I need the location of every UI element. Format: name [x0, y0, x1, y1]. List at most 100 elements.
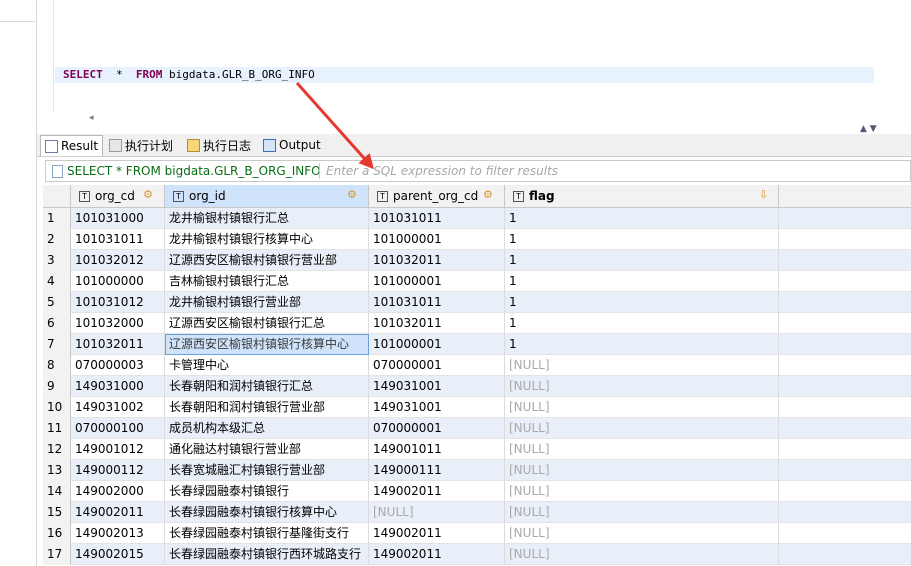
- flag-cell[interactable]: 1: [505, 229, 779, 250]
- table-row[interactable]: 1 101031000 龙井榆银村镇银行汇总 101031011 1: [43, 208, 911, 229]
- parent-org-cd-cell[interactable]: 101032011: [369, 313, 505, 334]
- flag-cell[interactable]: [NULL]: [505, 355, 779, 376]
- org-cd-cell[interactable]: 149001012: [71, 439, 165, 460]
- sort-descending-icon[interactable]: ⇩: [759, 188, 768, 201]
- parent-org-cd-cell[interactable]: 101000001: [369, 334, 505, 355]
- result-grid[interactable]: T org_cd ⚙ T org_id ⚙ T parent_org_cd ⚙ …: [43, 185, 911, 566]
- parent-org-cd-cell[interactable]: 149001011: [369, 439, 505, 460]
- flag-cell[interactable]: 1: [505, 334, 779, 355]
- table-row[interactable]: 2 101031011 龙井榆银村镇银行核算中心 101000001 1: [43, 229, 911, 250]
- table-row[interactable]: 3 101032012 辽源西安区榆银村镇银行营业部 101032011 1: [43, 250, 911, 271]
- org-id-cell[interactable]: 长春绿园融泰村镇银行核算中心: [165, 502, 369, 523]
- flag-cell[interactable]: [NULL]: [505, 481, 779, 502]
- parent-org-cd-cell[interactable]: 149000111: [369, 460, 505, 481]
- parent-org-cd-cell[interactable]: 101000001: [369, 229, 505, 250]
- table-row[interactable]: 15 149002011 长春绿园融泰村镇银行核算中心 [NULL] [NULL]: [43, 502, 911, 523]
- parent-org-cd-cell[interactable]: 101032011: [369, 250, 505, 271]
- flag-cell[interactable]: 1: [505, 271, 779, 292]
- table-row[interactable]: 9 149031000 长春朝阳和润村镇银行汇总 149031001 [NULL]: [43, 376, 911, 397]
- parent-org-cd-cell[interactable]: 149031001: [369, 397, 505, 418]
- column-header-flag[interactable]: T flag ⇩: [505, 185, 779, 208]
- org-cd-cell[interactable]: 101032000: [71, 313, 165, 334]
- table-row[interactable]: 11 070000100 成员机构本级汇总 070000001 [NULL]: [43, 418, 911, 439]
- parent-org-cd-cell[interactable]: 149002011: [369, 544, 505, 565]
- parent-org-cd-cell[interactable]: 101031011: [369, 208, 505, 229]
- org-cd-cell[interactable]: 101032012: [71, 250, 165, 271]
- table-row[interactable]: 7 101032011 辽源西安区榆银村镇银行核算中心 101000001 1: [43, 334, 911, 355]
- parent-org-cd-cell[interactable]: 101031011: [369, 292, 505, 313]
- org-id-cell[interactable]: 辽源西安区榆银村镇银行汇总: [165, 313, 369, 334]
- org-cd-cell[interactable]: 149031000: [71, 376, 165, 397]
- table-row[interactable]: 16 149002013 长春绿园融泰村镇银行基隆街支行 149002011 [NULL…: [43, 523, 911, 544]
- flag-cell[interactable]: [NULL]: [505, 460, 779, 481]
- parent-org-cd-cell[interactable]: 149002011: [369, 523, 505, 544]
- column-header-org-cd[interactable]: T org_cd ⚙: [71, 185, 165, 208]
- filter-expression-input[interactable]: Enter a SQL expression to filter results: [326, 164, 558, 178]
- parent-org-cd-cell[interactable]: 149002011: [369, 481, 505, 502]
- org-id-cell[interactable]: 龙井榆银村镇银行汇总: [165, 208, 369, 229]
- org-id-cell[interactable]: 长春朝阳和润村镇银行营业部: [165, 397, 369, 418]
- org-id-cell[interactable]: 通化融达村镇银行营业部: [165, 439, 369, 460]
- parent-org-cd-cell[interactable]: 070000001: [369, 355, 505, 376]
- parent-org-cd-cell[interactable]: 149031001: [369, 376, 505, 397]
- parent-org-cd-cell[interactable]: 101000001: [369, 271, 505, 292]
- tab-result[interactable]: Result: [40, 135, 104, 156]
- table-row[interactable]: 10 149031002 长春朝阳和润村镇银行营业部 149031001 [NULL]: [43, 397, 911, 418]
- sql-editor[interactable]: [37, 0, 911, 112]
- sort-filter-icon[interactable]: ⚙: [347, 188, 357, 201]
- org-id-cell[interactable]: 龙井榆银村镇银行营业部: [165, 292, 369, 313]
- org-cd-cell[interactable]: 101031011: [71, 229, 165, 250]
- org-id-cell[interactable]: 卡管理中心: [165, 355, 369, 376]
- parent-org-cd-cell[interactable]: 070000001: [369, 418, 505, 439]
- org-cd-cell[interactable]: 149031002: [71, 397, 165, 418]
- flag-cell[interactable]: 1: [505, 292, 779, 313]
- table-row[interactable]: 13 149000112 长春宽城融汇村镇银行营业部 149000111 [NULL]: [43, 460, 911, 481]
- flag-cell[interactable]: [NULL]: [505, 544, 779, 565]
- org-cd-cell[interactable]: 070000003: [71, 355, 165, 376]
- org-cd-cell[interactable]: 149002000: [71, 481, 165, 502]
- sort-filter-icon[interactable]: ⚙: [143, 188, 153, 201]
- sort-filter-icon[interactable]: ⚙: [483, 188, 493, 201]
- org-cd-cell[interactable]: 149000112: [71, 460, 165, 481]
- org-id-cell[interactable]: 成员机构本级汇总: [165, 418, 369, 439]
- org-id-cell[interactable]: 长春绿园融泰村镇银行: [165, 481, 369, 502]
- flag-cell[interactable]: [NULL]: [505, 523, 779, 544]
- org-id-cell[interactable]: 长春绿园融泰村镇银行西环城路支行: [165, 544, 369, 565]
- flag-cell[interactable]: [NULL]: [505, 502, 779, 523]
- flag-cell[interactable]: 1: [505, 313, 779, 334]
- tab-execution-plan[interactable]: 执行计划: [105, 135, 177, 155]
- editor-horizontal-scrollbar[interactable]: ◂: [37, 112, 911, 126]
- table-row[interactable]: 8 070000003 卡管理中心 070000001 [NULL]: [43, 355, 911, 376]
- org-id-cell[interactable]: 长春朝阳和润村镇银行汇总: [165, 376, 369, 397]
- org-id-cell[interactable]: 吉林榆银村镇银行汇总: [165, 271, 369, 292]
- table-row[interactable]: 12 149001012 通化融达村镇银行营业部 149001011 [NULL]: [43, 439, 911, 460]
- panel-resize-arrows-icon[interactable]: ▲ ▼: [860, 124, 877, 134]
- scroll-left-icon[interactable]: ◂: [89, 113, 94, 123]
- flag-cell[interactable]: [NULL]: [505, 439, 779, 460]
- org-id-cell[interactable]: 长春绿园融泰村镇银行基隆街支行: [165, 523, 369, 544]
- org-cd-cell[interactable]: 101032011: [71, 334, 165, 355]
- table-row[interactable]: 14 149002000 长春绿园融泰村镇银行 149002011 [NULL]: [43, 481, 911, 502]
- org-id-cell[interactable]: 长春宽城融汇村镇银行营业部: [165, 460, 369, 481]
- flag-cell[interactable]: 1: [505, 250, 779, 271]
- org-cd-cell[interactable]: 149002011: [71, 502, 165, 523]
- tab-output[interactable]: Output: [259, 135, 325, 155]
- org-cd-cell[interactable]: 101000000: [71, 271, 165, 292]
- column-header-org-id[interactable]: T org_id ⚙: [165, 185, 369, 208]
- tab-execution-log[interactable]: 执行日志: [183, 135, 255, 155]
- org-cd-cell[interactable]: 149002015: [71, 544, 165, 565]
- org-cd-cell[interactable]: 101031012: [71, 292, 165, 313]
- org-cd-cell[interactable]: 070000100: [71, 418, 165, 439]
- parent-org-cd-cell[interactable]: [NULL]: [369, 502, 505, 523]
- org-cd-cell[interactable]: 101031000: [71, 208, 165, 229]
- flag-cell[interactable]: 1: [505, 208, 779, 229]
- sql-current-line[interactable]: SELECT * FROM bigdata.GLR_B_ORG_INFO: [55, 67, 874, 83]
- org-id-cell[interactable]: 龙井榆银村镇银行核算中心: [165, 229, 369, 250]
- table-row[interactable]: 6 101032000 辽源西安区榆银村镇银行汇总 101032011 1: [43, 313, 911, 334]
- org-id-cell[interactable]: 辽源西安区榆银村镇银行核算中心: [165, 334, 369, 355]
- flag-cell[interactable]: [NULL]: [505, 418, 779, 439]
- table-row[interactable]: 5 101031012 龙井榆银村镇银行营业部 101031011 1: [43, 292, 911, 313]
- table-row[interactable]: 17 149002015 长春绿园融泰村镇银行西环城路支行 149002011 [NUL…: [43, 544, 911, 565]
- flag-cell[interactable]: [NULL]: [505, 376, 779, 397]
- flag-cell[interactable]: [NULL]: [505, 397, 779, 418]
